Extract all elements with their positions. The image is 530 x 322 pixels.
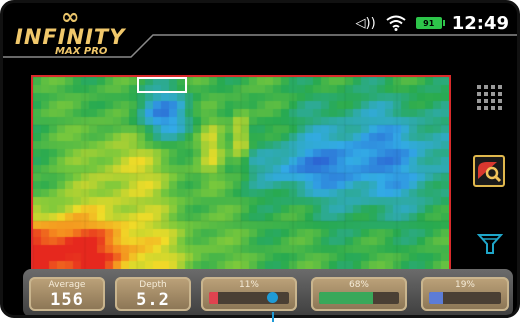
speaker-volume-icon[interactable]: ◁)) bbox=[356, 16, 376, 31]
selection-box[interactable] bbox=[137, 77, 187, 93]
blue-percentage-tile: 19% bbox=[421, 277, 509, 311]
clock: 12:49 bbox=[451, 12, 509, 34]
green-percentage-fill bbox=[319, 292, 374, 304]
target-search-icon bbox=[478, 162, 502, 183]
depth-tile: Depth 5.2 bbox=[115, 277, 191, 311]
scan-heatmap[interactable] bbox=[31, 75, 451, 271]
heatmap-canvas[interactable] bbox=[33, 77, 449, 269]
model-name: MAX PRO bbox=[55, 46, 108, 57]
depth-label: Depth bbox=[139, 280, 167, 290]
battery-indicator: 91 bbox=[415, 17, 445, 29]
wifi-icon bbox=[386, 15, 406, 31]
status-bar: ◁)) 91 12:49 bbox=[356, 11, 509, 35]
red-percentage-fill bbox=[209, 292, 218, 304]
average-value: 156 bbox=[50, 290, 84, 310]
pointer-marker bbox=[267, 292, 278, 303]
average-label: Average bbox=[48, 280, 86, 290]
brand-logo: ∞ INFINITY MAX PRO bbox=[11, 5, 141, 57]
blue-percentage-bar bbox=[429, 292, 501, 304]
green-percentage-bar bbox=[319, 292, 399, 304]
target-search-button[interactable] bbox=[473, 155, 505, 187]
blue-percentage-label: 19% bbox=[454, 280, 475, 290]
red-percentage-tile: 11% bbox=[201, 277, 297, 311]
average-tile: Average 156 bbox=[29, 277, 105, 311]
filter-icon[interactable] bbox=[477, 231, 503, 257]
device-screen: ∞ INFINITY MAX PRO ◁)) 91 12:49 Average … bbox=[0, 0, 520, 318]
pointer-line bbox=[272, 312, 274, 322]
green-percentage-label: 68% bbox=[348, 280, 369, 290]
grid-view-icon[interactable] bbox=[475, 83, 505, 113]
depth-value: 5.2 bbox=[136, 290, 170, 310]
blue-percentage-fill bbox=[429, 292, 443, 304]
green-percentage-tile: 68% bbox=[311, 277, 407, 311]
red-percentage-label: 11% bbox=[238, 280, 259, 290]
